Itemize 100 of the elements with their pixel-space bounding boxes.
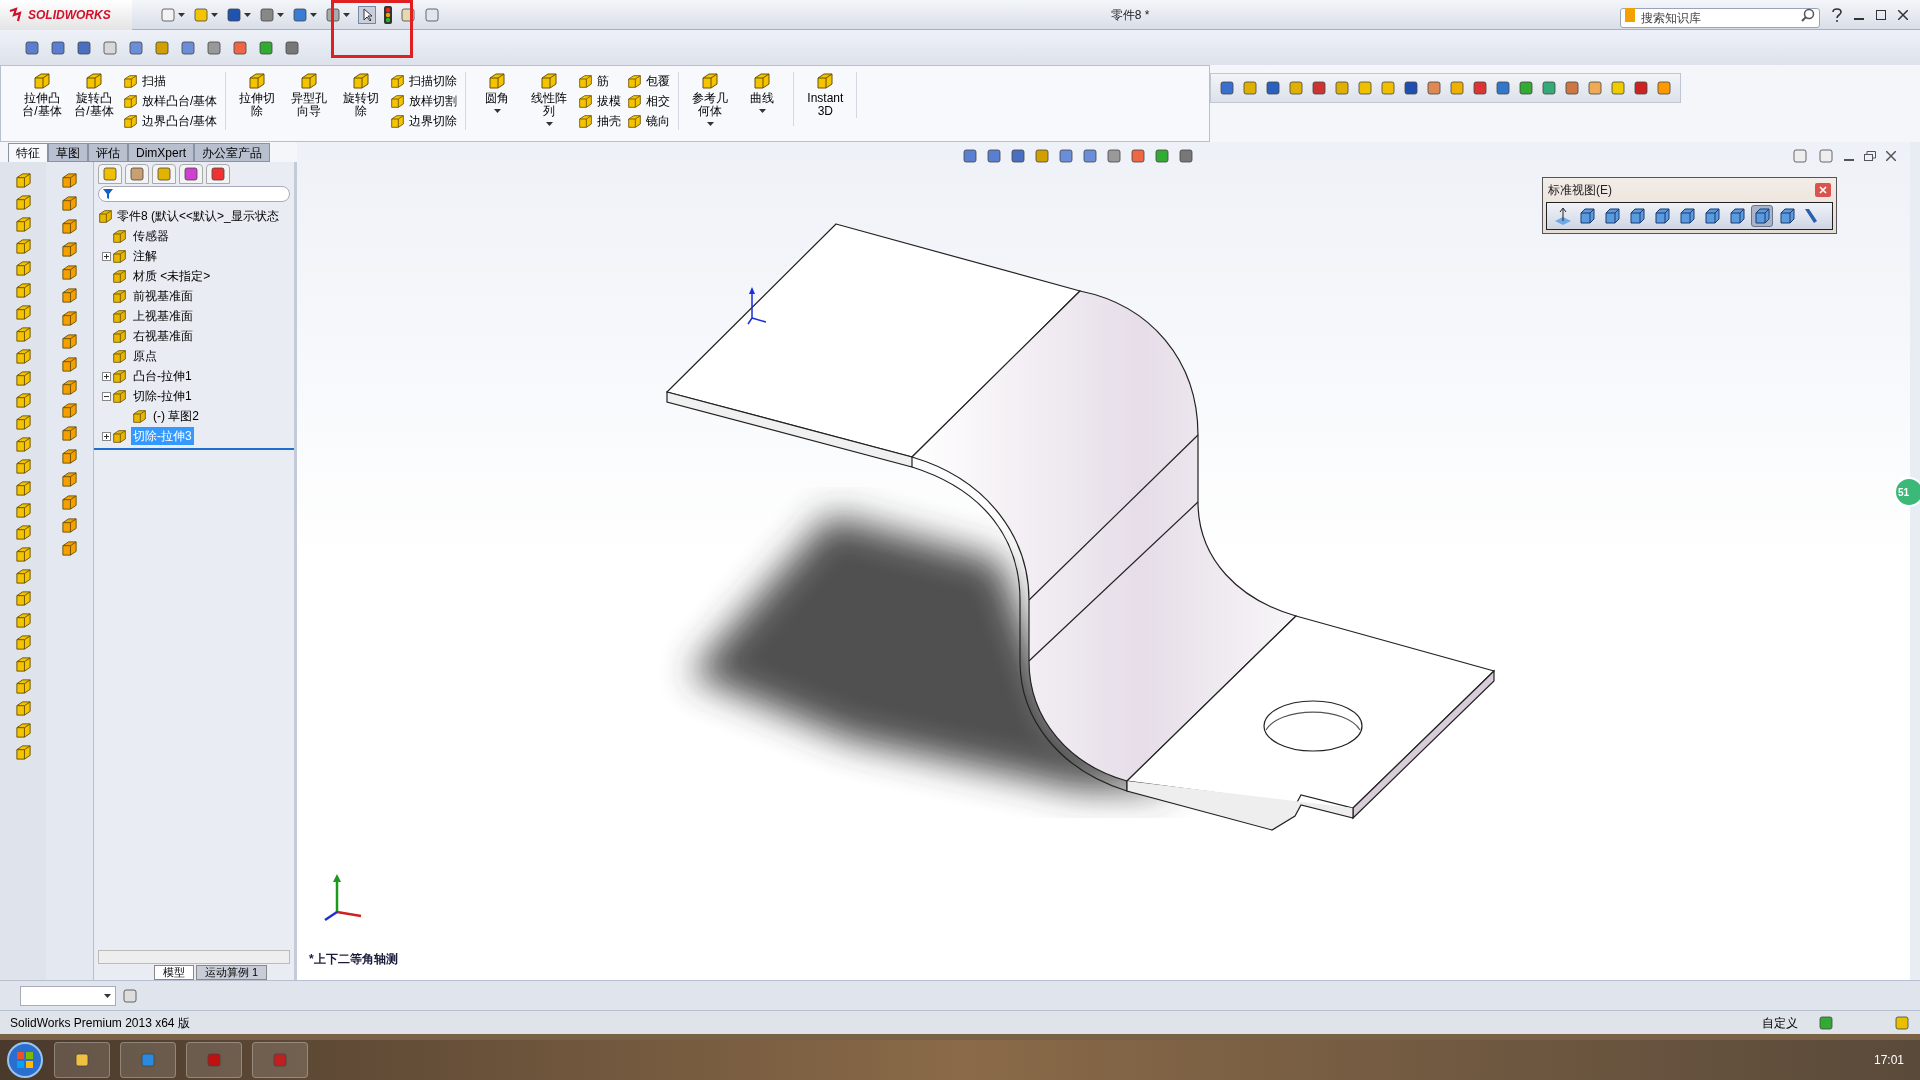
ribbon-button[interactable]: 抽壳 [578,112,622,130]
cube-icon[interactable] [61,494,78,511]
cube-icon[interactable] [14,524,32,541]
cube-icon[interactable] [14,172,32,189]
tab[interactable]: DimXpert [128,143,194,162]
cube-icon[interactable] [14,480,32,497]
search-icon[interactable] [1801,7,1815,22]
tree-item[interactable]: 前视基准面 [131,287,195,305]
cube-icon[interactable] [14,370,32,387]
caret-icon[interactable] [493,109,501,113]
toolbar-icon[interactable] [226,6,242,23]
toolbar-icon[interactable] [1311,80,1327,96]
ribbon-button[interactable]: 镜向 [627,112,671,130]
toolbar-icon[interactable] [1106,148,1122,164]
taskbar-button[interactable] [186,1042,242,1078]
toolbar-icon[interactable] [1130,148,1146,164]
cube-icon[interactable] [61,540,78,557]
cube-icon[interactable] [61,310,78,327]
ribbon-button[interactable]: 放样凸台/基体 [123,92,218,110]
tab[interactable]: 运动算例 1 [196,965,268,980]
tab[interactable]: 模型 [154,965,194,980]
caret-icon[interactable] [211,12,218,17]
toolbar-icon[interactable] [1242,80,1258,96]
expand-toggle[interactable] [101,431,111,441]
toolbar-icon[interactable] [1357,80,1373,96]
cube-icon[interactable] [578,73,594,89]
cube-icon[interactable] [112,368,127,384]
cube-icon[interactable] [112,268,127,284]
cube-icon[interactable] [14,678,32,695]
cube-icon[interactable] [112,428,127,444]
tree-root[interactable]: 零件8 (默认<<默认>_显示状态 [117,207,279,225]
toolbar-icon[interactable] [1610,80,1626,96]
horizontal-scrollbar[interactable] [98,950,290,964]
cube-icon[interactable] [14,304,32,321]
tab[interactable]: 评估 [88,143,128,162]
cube-icon[interactable] [123,113,138,129]
panel-tab-icon[interactable] [183,166,199,182]
ribbon-button[interactable]: 曲线 [748,72,777,105]
start-orb-icon[interactable] [6,1041,44,1079]
ribbon-button[interactable]: 拔模 [578,92,622,110]
toolbar-icon[interactable] [1495,80,1511,96]
cube-icon[interactable] [61,172,78,189]
caret-icon[interactable] [343,12,350,17]
ribbon-button[interactable]: Instant3D [802,72,849,118]
cube-icon[interactable] [61,402,78,419]
toolbar-icon[interactable] [24,39,40,56]
toolbar-icon[interactable] [1403,80,1419,96]
cube-icon[interactable] [123,93,138,109]
tree-item[interactable]: (-) 草图2 [151,407,201,425]
cube-icon[interactable] [248,72,267,90]
cube-icon[interactable] [123,73,138,89]
tab[interactable]: 草图 [48,143,88,162]
cube-icon[interactable] [33,72,51,90]
ribbon-button[interactable]: 边界切除 [390,112,458,130]
cube-icon[interactable] [112,388,127,404]
toolbar-icon[interactable] [1265,80,1281,96]
cube-icon[interactable] [14,546,32,563]
tab[interactable]: 特征 [8,143,48,162]
panel-tab-icon[interactable] [156,166,172,182]
units-button[interactable]: 自定义 [1762,1013,1798,1032]
cube-icon[interactable] [61,241,78,258]
view-cube-button[interactable] [1751,205,1773,227]
cube-icon[interactable] [14,744,32,761]
cube-icon[interactable] [540,72,559,90]
cube-icon[interactable] [85,72,103,90]
cube-icon[interactable] [578,113,594,129]
cube-icon[interactable] [14,656,32,673]
caret-icon[interactable] [277,12,284,17]
toolbar-icon[interactable] [258,39,274,56]
caret-icon[interactable] [545,122,553,126]
caret-icon[interactable] [706,122,714,126]
ribbon-button[interactable]: 旋转切除 [338,72,385,118]
expand-toggle[interactable] [101,371,111,381]
pointer-icon[interactable] [358,5,376,24]
toolbar-icon[interactable] [1656,80,1672,96]
ribbon-button[interactable]: 包覆 [627,72,671,90]
cube-icon[interactable] [816,72,835,90]
toolbar-icon[interactable] [986,148,1002,164]
cube-icon[interactable] [14,634,32,651]
close-icon[interactable] [1886,151,1896,161]
toolbar-icon[interactable] [206,39,222,56]
cube-icon[interactable] [61,356,78,373]
cube-icon[interactable] [61,517,78,534]
tree-item[interactable]: 右视基准面 [131,327,195,345]
toolbar-icon[interactable] [50,39,66,56]
taskbar-button[interactable] [252,1042,308,1078]
cube-icon[interactable] [14,436,32,453]
cube-icon[interactable] [627,113,643,129]
traffic-light-icon[interactable] [384,5,392,24]
ribbon-button[interactable]: 拉伸切除 [234,72,281,118]
cube-icon[interactable] [14,216,32,233]
maximize-icon[interactable] [1876,9,1886,20]
tab[interactable]: 办公室产品 [194,143,270,162]
ribbon-button[interactable]: 扫描 [123,72,218,90]
cube-icon[interactable] [352,72,371,90]
toolbar-icon[interactable] [128,39,144,56]
cube-icon[interactable] [14,414,32,431]
help-icon[interactable] [1832,7,1842,22]
cube-icon[interactable] [390,73,406,89]
cube-icon[interactable] [61,448,78,465]
